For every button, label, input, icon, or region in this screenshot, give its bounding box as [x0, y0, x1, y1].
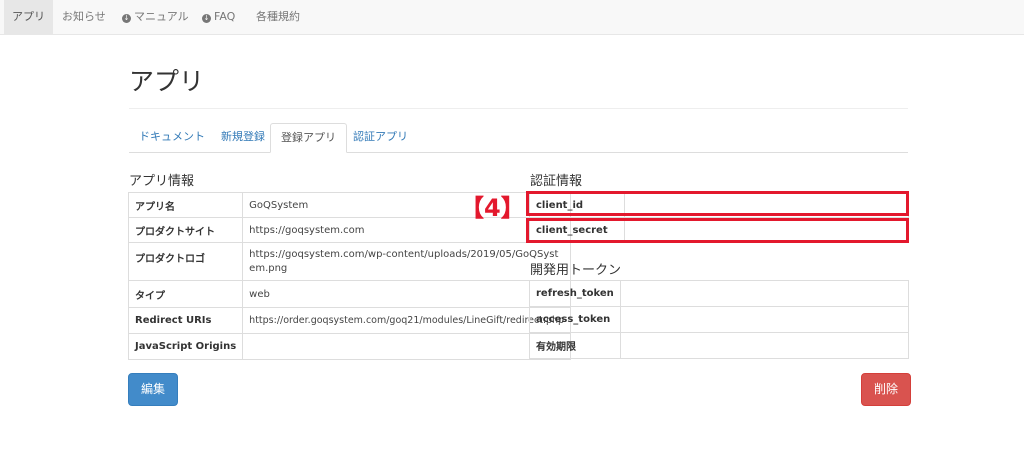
dev-token-table: refresh_token access_token 有効期限	[529, 280, 910, 359]
app-info-title: アプリ情報	[129, 174, 195, 189]
tab-documents[interactable]: ドキュメント	[129, 123, 215, 151]
divider	[129, 108, 908, 109]
nav-item-label: アプリ	[12, 10, 45, 23]
nav-item-label: FAQ	[214, 10, 236, 23]
row-value: https://goqsystem.com/wp-content/uploads…	[242, 242, 572, 281]
nav-item-news[interactable]: お知らせ	[54, 0, 114, 34]
row-key: access_token	[529, 306, 621, 333]
nav-item-terms[interactable]: 各種規約	[248, 0, 308, 34]
top-navbar: アプリ お知らせ ↓ マニュアル ↓ FAQ 各種規約	[0, 0, 1024, 35]
highlight-box-client-secret	[526, 218, 909, 243]
row-key: アプリ名	[127, 192, 244, 218]
nav-item-label: マニュアル	[134, 10, 189, 23]
tab-bar: ドキュメント 新規登録 登録アプリ 認証アプリ	[129, 123, 908, 153]
highlight-box-client-id	[526, 191, 909, 216]
tab-authorized-apps[interactable]: 認証アプリ	[343, 123, 418, 151]
row-key: JavaScript Origins	[127, 333, 244, 360]
row-value: https://order.goqsystem.com/goq21/module…	[242, 307, 572, 334]
row-value: web	[242, 280, 572, 308]
dev-token-title: 開発用トークン	[530, 263, 622, 278]
row-key: Redirect URIs	[127, 307, 244, 334]
row-value	[619, 280, 910, 307]
row-key: プロダクトサイト	[127, 217, 244, 243]
table-row: タイプ web	[127, 280, 572, 308]
table-row: refresh_token	[529, 280, 910, 307]
table-row: 有効期限	[529, 332, 910, 359]
table-row: JavaScript Origins	[127, 333, 572, 360]
table-row: プロダクトロゴ https://goqsystem.com/wp-content…	[127, 242, 572, 281]
row-key: 有効期限	[529, 332, 621, 359]
annotation-label: 【4】	[460, 194, 525, 222]
tab-new-registration[interactable]: 新規登録	[211, 123, 275, 151]
row-key: タイプ	[127, 280, 244, 308]
nav-item-manual[interactable]: ↓ マニュアル	[114, 0, 197, 34]
nav-item-label: 各種規約	[256, 10, 300, 23]
row-key: プロダクトロゴ	[127, 242, 244, 281]
table-row: Redirect URIs https://order.goqsystem.co…	[127, 307, 572, 334]
tab-registered-apps[interactable]: 登録アプリ	[270, 123, 347, 153]
table-row: access_token	[529, 306, 910, 333]
delete-button[interactable]: 削除	[861, 373, 911, 406]
row-key: refresh_token	[529, 280, 621, 307]
row-value	[619, 332, 910, 359]
nav-item-faq[interactable]: ↓ FAQ	[194, 0, 243, 34]
download-icon: ↓	[122, 14, 131, 23]
auth-info-title: 認証情報	[530, 174, 583, 189]
page-title: アプリ	[129, 67, 205, 96]
row-value	[619, 306, 910, 333]
edit-button[interactable]: 編集	[128, 373, 178, 406]
row-value	[242, 333, 572, 360]
download-icon: ↓	[202, 14, 211, 23]
nav-item-label: お知らせ	[62, 10, 106, 23]
nav-item-app[interactable]: アプリ	[4, 0, 53, 34]
